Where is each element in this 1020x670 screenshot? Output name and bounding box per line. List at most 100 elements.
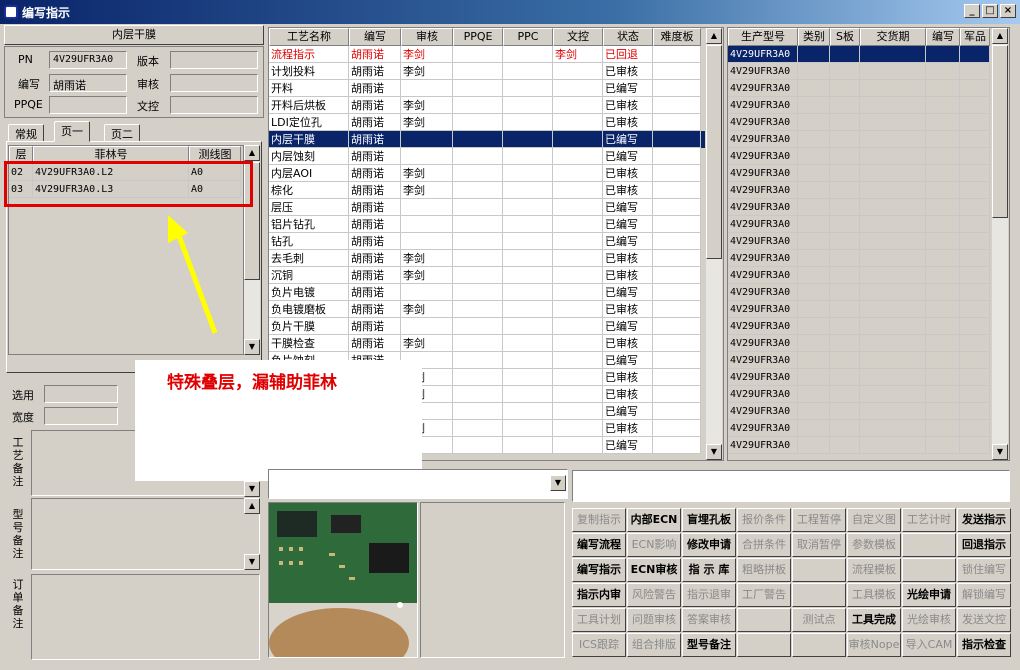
process-col-header[interactable]: 工艺名称 [269,28,349,46]
action-button[interactable] [737,633,791,657]
table-row[interactable]: 内层AOI 胡雨诺 李剑 已审核 [269,165,705,182]
pn-field[interactable]: 4V29UFR3A0 [49,51,127,69]
process-col-header[interactable]: PPQE [453,28,503,46]
width-field[interactable] [44,407,118,425]
table-row[interactable]: 开料后烘板 胡雨诺 李剑 已审核 [269,97,705,114]
process-scroll-thumb[interactable] [706,45,722,259]
table-row[interactable]: 4V29UFR3A0 [728,46,990,63]
remark-model-box[interactable] [31,498,260,570]
action-button[interactable]: 取消暂停 [792,533,846,557]
doc-field[interactable] [170,96,258,114]
action-button[interactable]: 指示检查 [957,633,1011,657]
action-button[interactable]: 光绘申请 [902,583,956,607]
tab-page2[interactable]: 页二 [104,124,140,142]
scroll-down-icon[interactable]: ▼ [244,339,260,355]
use-field[interactable] [44,385,118,403]
remark-scroll-down-icon-2[interactable]: ▼ [244,554,260,570]
table-row[interactable]: 4V29UFR3A0 [728,437,990,454]
table-row[interactable]: 4V29UFR3A0 [728,63,990,80]
process-scroll-down-icon[interactable]: ▼ [706,444,722,460]
action-button[interactable]: 风险警告 [627,583,681,607]
action-button[interactable]: 组合排版 [627,633,681,657]
table-row[interactable]: 4V29UFR3A0 [728,114,990,131]
action-button[interactable]: 导入CAM [902,633,956,657]
table-row[interactable]: 负电镀磨板 胡雨诺 李剑 已审核 [269,301,705,318]
action-button[interactable]: 工程暂停 [792,508,846,532]
table-row[interactable]: 4V29UFR3A0 [728,250,990,267]
action-button[interactable] [902,533,956,557]
table-row[interactable]: 4V29UFR3A0 [728,318,990,335]
table-row[interactable]: 流程指示 胡雨诺 李剑 李剑 已回退 [269,46,705,63]
close-button[interactable]: × [1000,4,1016,18]
action-button[interactable]: 发送文控 [957,608,1011,632]
action-button[interactable]: 粗略拼板 [737,558,791,582]
table-row[interactable]: 4V29UFR3A0 [728,267,990,284]
model-scroll-thumb[interactable] [992,45,1008,218]
table-row[interactable]: 4V29UFR3A0 [728,369,990,386]
process-col-header[interactable]: PPC [503,28,553,46]
action-button[interactable]: 审核Nope [847,633,901,657]
action-button[interactable]: 报价条件 [737,508,791,532]
scroll-up-icon[interactable]: ▲ [244,145,260,161]
review-field[interactable] [170,74,258,92]
model-scroll-down-icon[interactable]: ▼ [992,444,1008,460]
table-row[interactable]: 4V29UFR3A0 [728,403,990,420]
action-button[interactable]: 回退指示 [957,533,1011,557]
action-button[interactable] [737,608,791,632]
action-button[interactable]: ECN审核 [627,558,681,582]
process-col-header[interactable]: 编写 [349,28,401,46]
version-field[interactable] [170,51,258,69]
table-row[interactable]: 4V29UFR3A0 [728,182,990,199]
action-button[interactable]: 工具模板 [847,583,901,607]
action-button[interactable]: ECN影响 [627,533,681,557]
remark-order-box[interactable] [31,574,260,660]
table-row[interactable]: 内层蚀刻 胡雨诺 已编写 [269,148,705,165]
table-row[interactable]: 4V29UFR3A0 [728,148,990,165]
action-button[interactable]: 参数模板 [847,533,901,557]
action-button[interactable]: 合拼条件 [737,533,791,557]
table-row[interactable]: 4V29UFR3A0 [728,386,990,403]
table-row[interactable]: 4V29UFR3A0 [728,301,990,318]
action-button[interactable]: 光绘审核 [902,608,956,632]
action-button[interactable]: ICS跟踪 [572,633,626,657]
action-button[interactable] [792,633,846,657]
model-col-header[interactable]: 军品 [960,28,990,46]
action-button[interactable]: 工艺计时 [902,508,956,532]
action-button[interactable] [902,558,956,582]
tab-page1[interactable]: 页一 [54,121,90,142]
window-titlebar[interactable]: 编写指示 _ □ × [0,0,1020,24]
table-row[interactable]: LDI定位孔 胡雨诺 李剑 已审核 [269,114,705,131]
table-row[interactable]: 去毛刺 胡雨诺 李剑 已审核 [269,250,705,267]
action-button[interactable] [792,583,846,607]
table-row[interactable]: 4V29UFR3A0 [728,97,990,114]
remark-scroll-up-icon[interactable]: ▲ [244,498,260,514]
model-col-header[interactable]: 类别 [798,28,830,46]
process-scroll-up-icon[interactable]: ▲ [706,28,722,44]
model-col-header[interactable]: 生产型号 [728,28,798,46]
action-button[interactable]: 指示退审 [682,583,736,607]
action-button[interactable]: 指 示 库 [682,558,736,582]
action-button[interactable]: 答案审核 [682,608,736,632]
table-row[interactable]: 4V29UFR3A0 [728,80,990,97]
table-row[interactable]: 钻孔 胡雨诺 已编写 [269,233,705,250]
process-col-header[interactable]: 文控 [553,28,603,46]
action-button[interactable]: 内部ECN [627,508,681,532]
ppqe-field[interactable] [49,96,127,114]
tab-general[interactable]: 常规 [8,124,44,142]
action-button[interactable]: 修改申请 [682,533,736,557]
action-button[interactable]: 工厂警告 [737,583,791,607]
process-col-header[interactable]: 审核 [401,28,453,46]
table-row[interactable]: 计划投料 胡雨诺 李剑 已审核 [269,63,705,80]
action-button[interactable]: 解锁编写 [957,583,1011,607]
process-col-header[interactable]: 难度板 [653,28,701,46]
action-button[interactable]: 问题审核 [627,608,681,632]
action-button[interactable]: 流程模板 [847,558,901,582]
action-button[interactable]: 发送指示 [957,508,1011,532]
table-row[interactable]: 4V29UFR3A0 [728,284,990,301]
message-field[interactable] [572,470,1010,502]
table-row[interactable]: 负片干膜 胡雨诺 已编写 [269,318,705,335]
action-button[interactable] [792,558,846,582]
model-col-header[interactable]: 编写 [926,28,960,46]
maximize-button[interactable]: □ [982,4,998,18]
table-row[interactable]: 4V29UFR3A0 [728,352,990,369]
